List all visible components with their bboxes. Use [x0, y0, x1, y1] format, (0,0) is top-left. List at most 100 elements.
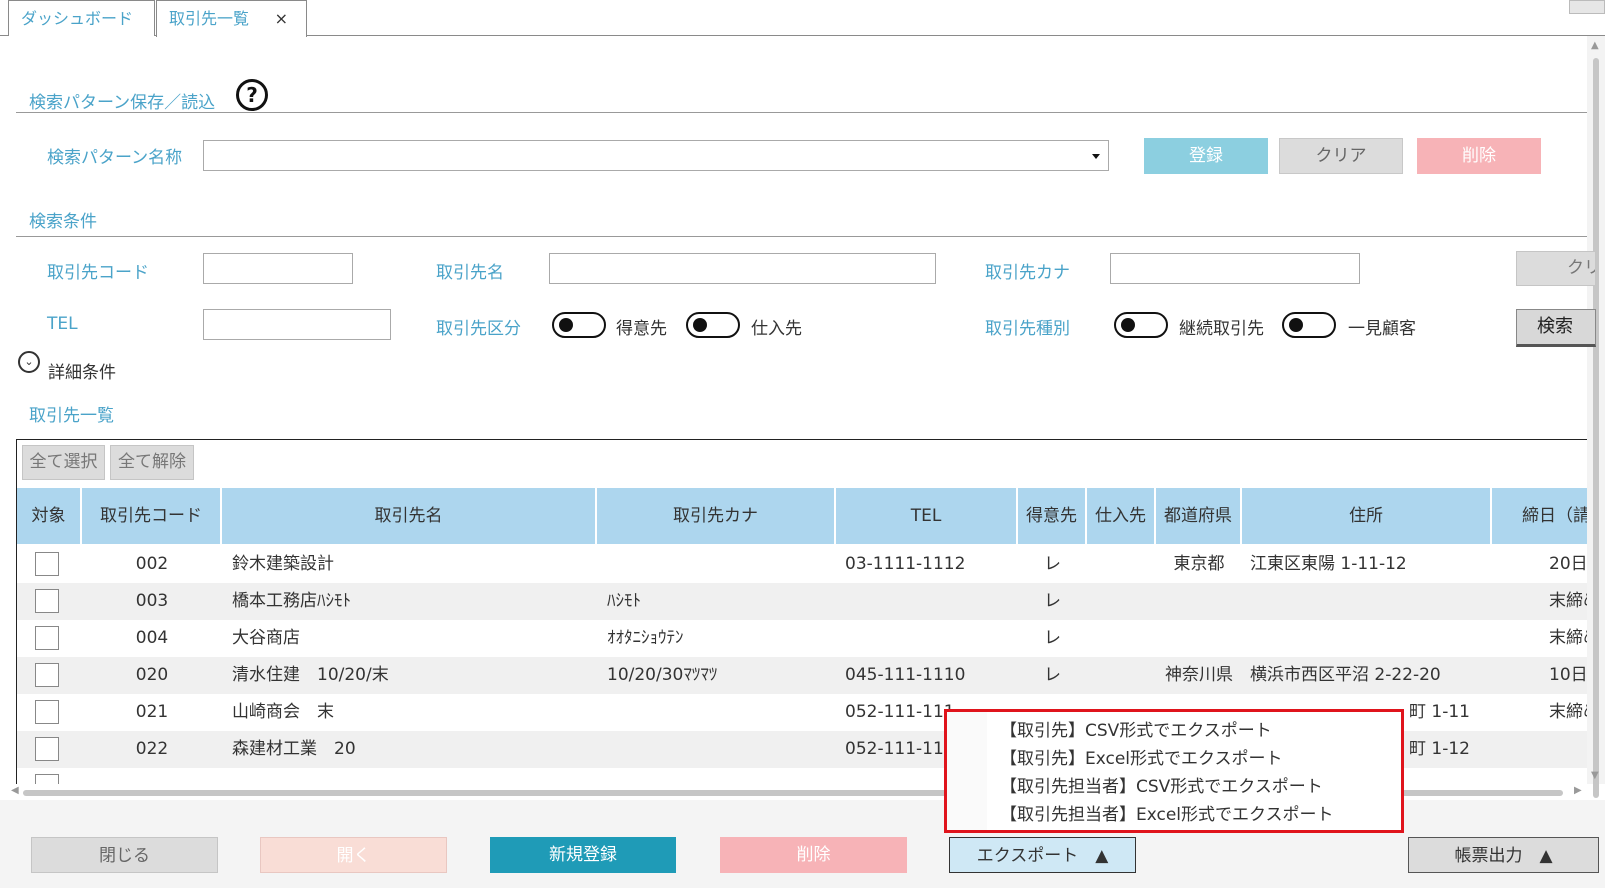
- cell-address: [1250, 620, 1490, 657]
- export-button[interactable]: エクスポート ▲: [949, 837, 1136, 873]
- pattern-name-select[interactable]: [203, 140, 1109, 171]
- minimize-button[interactable]: [1569, 0, 1605, 14]
- cell-tokuisaki: レ: [1044, 628, 1061, 648]
- table-row[interactable]: 020 清水住建 10/20/末 10/20/30ﾏﾂﾏﾂ 045-111-11…: [17, 657, 1587, 694]
- cell-kana: [607, 731, 832, 768]
- deselect-all-button[interactable]: 全て解除: [110, 445, 194, 480]
- scrollbar-thumb[interactable]: [1593, 58, 1599, 798]
- delete-button[interactable]: 削除: [720, 837, 907, 873]
- code-input[interactable]: [203, 253, 353, 284]
- scroll-right-icon[interactable]: ▶: [1574, 785, 1582, 796]
- column-header[interactable]: TEL: [836, 488, 1018, 544]
- cell-code: 004: [135, 628, 169, 648]
- cell-tel: 045-111-1110: [845, 665, 966, 685]
- row-checkbox[interactable]: [35, 626, 59, 650]
- cell-address: 江東区東陽 1-11-12: [1250, 554, 1407, 574]
- cell-code: 002: [135, 554, 169, 574]
- tab-dashboard[interactable]: ダッシュボード: [8, 0, 155, 36]
- cell-name: 大谷商店: [232, 628, 300, 648]
- table-row[interactable]: 004 大谷商店 ｵｵﾀﾆｼｮｳﾃﾝ レ 末締め: [17, 620, 1587, 657]
- cell-shiiresaki: [1087, 657, 1156, 694]
- detail-conditions-toggle[interactable]: 詳細条件: [48, 358, 116, 383]
- pattern-clear-button[interactable]: クリア: [1279, 138, 1403, 174]
- toggle-knob: [1289, 318, 1303, 332]
- tel-input[interactable]: [203, 309, 391, 340]
- row-checkbox[interactable]: [35, 663, 59, 687]
- table-row[interactable]: 002 鈴木建築設計 03-1111-1112 レ 東京都 江東区東陽 1-11…: [17, 546, 1587, 583]
- scroll-up-icon[interactable]: ▲: [1591, 40, 1599, 51]
- cell-tel: 03-1111-1112: [845, 554, 966, 574]
- cell-closing-day: 末締め: [1549, 628, 1587, 648]
- vertical-scrollbar[interactable]: ▲ ▼: [1587, 36, 1605, 798]
- cell-address: [1250, 583, 1490, 620]
- tab-label: 取引先一覧: [169, 9, 250, 28]
- cell-address: 町 1-12: [1409, 739, 1470, 759]
- conditions-title: 検索条件: [29, 212, 97, 232]
- column-header[interactable]: 取引先名: [222, 488, 597, 544]
- cell-tokuisaki: レ: [1044, 554, 1061, 574]
- cell-kana: ﾊｼﾓﾄ: [607, 591, 641, 611]
- cell-prefecture: 東京都: [1173, 554, 1225, 574]
- column-header[interactable]: 締日（請: [1492, 488, 1587, 544]
- cell-code: 022: [135, 739, 169, 759]
- table-row[interactable]: 003 橋本工務店ﾊｼﾓﾄ ﾊｼﾓﾄ レ 末締め: [17, 583, 1587, 620]
- column-header[interactable]: 都道府県: [1156, 488, 1242, 544]
- menu-item-export-customer-excel[interactable]: 【取引先】Excel形式でエクスポート: [1000, 744, 1283, 769]
- toggle-shiiresaki-label: 仕入先: [751, 319, 802, 339]
- cell-prefecture: [1156, 620, 1242, 657]
- kana-input[interactable]: [1110, 253, 1360, 284]
- cell-tel: [845, 620, 1015, 657]
- column-header[interactable]: 取引先カナ: [597, 488, 836, 544]
- menu-item-export-contact-csv[interactable]: 【取引先担当者】CSV形式でエクスポート: [1000, 772, 1323, 797]
- name-input[interactable]: [549, 253, 936, 284]
- search-button[interactable]: 検索: [1516, 309, 1596, 347]
- condition-clear-button[interactable]: クリ: [1516, 251, 1596, 286]
- column-header[interactable]: 対象: [17, 488, 82, 544]
- cell-shiiresaki: [1087, 583, 1156, 620]
- cell-name: 橋本工務店ﾊｼﾓﾄ: [232, 591, 351, 611]
- column-header[interactable]: 得意先: [1018, 488, 1087, 544]
- column-header[interactable]: 仕入先: [1087, 488, 1156, 544]
- row-checkbox[interactable]: [35, 737, 59, 761]
- cell-prefecture: [1156, 583, 1242, 620]
- cell-code: 003: [135, 591, 169, 611]
- toggle-knob: [559, 318, 573, 332]
- scroll-down-icon[interactable]: ▼: [1591, 770, 1599, 781]
- cell-address: 横浜市西区平沼 2-22-20: [1250, 665, 1441, 685]
- toggle-keizoku[interactable]: [1114, 312, 1168, 338]
- cell-name: 森建材工業 20: [232, 739, 356, 759]
- row-checkbox[interactable]: [35, 774, 59, 784]
- toggle-knob: [1121, 318, 1135, 332]
- toggle-ichigen[interactable]: [1282, 312, 1336, 338]
- tab-customer-list[interactable]: 取引先一覧 ×: [156, 0, 307, 37]
- cell-shiiresaki: [1087, 620, 1156, 657]
- toggle-tokuisaki-label: 得意先: [616, 319, 667, 339]
- row-checkbox[interactable]: [35, 589, 59, 613]
- menu-item-export-customer-csv[interactable]: 【取引先】CSV形式でエクスポート: [1000, 716, 1272, 741]
- chevron-down-icon[interactable]: ⌄: [18, 351, 40, 373]
- report-output-button[interactable]: 帳票出力 ▲: [1408, 837, 1599, 873]
- divider: [16, 112, 1587, 113]
- help-icon[interactable]: ?: [236, 79, 268, 111]
- close-button[interactable]: 閉じる: [31, 837, 218, 873]
- menu-item-export-contact-excel[interactable]: 【取引先担当者】Excel形式でエクスポート: [1000, 800, 1334, 825]
- row-checkbox[interactable]: [35, 700, 59, 724]
- new-register-button[interactable]: 新規登録: [490, 837, 676, 873]
- row-checkbox[interactable]: [35, 552, 59, 576]
- table-header: 対象 取引先コード 取引先名 取引先カナ TEL 得意先 仕入先 都道府県 住所…: [17, 488, 1587, 544]
- open-button[interactable]: 開く: [260, 837, 447, 873]
- pattern-register-button[interactable]: 登録: [1144, 138, 1268, 174]
- select-all-button[interactable]: 全て選択: [22, 445, 105, 480]
- toggle-ichigen-label: 一見顧客: [1348, 319, 1416, 339]
- cell-closing-day: 10日: [1549, 665, 1587, 685]
- scroll-left-icon[interactable]: ◀: [11, 785, 19, 796]
- cell-name: 清水住建 10/20/末: [232, 665, 389, 685]
- cell-address: 町 1-11: [1409, 702, 1470, 722]
- toggle-tokuisaki[interactable]: [552, 312, 606, 338]
- column-header[interactable]: 取引先コード: [82, 488, 222, 544]
- pattern-delete-button[interactable]: 削除: [1417, 138, 1541, 174]
- close-icon[interactable]: ×: [275, 1, 288, 37]
- cell-kana: [607, 694, 832, 731]
- toggle-shiiresaki[interactable]: [686, 312, 740, 338]
- column-header[interactable]: 住所: [1242, 488, 1492, 544]
